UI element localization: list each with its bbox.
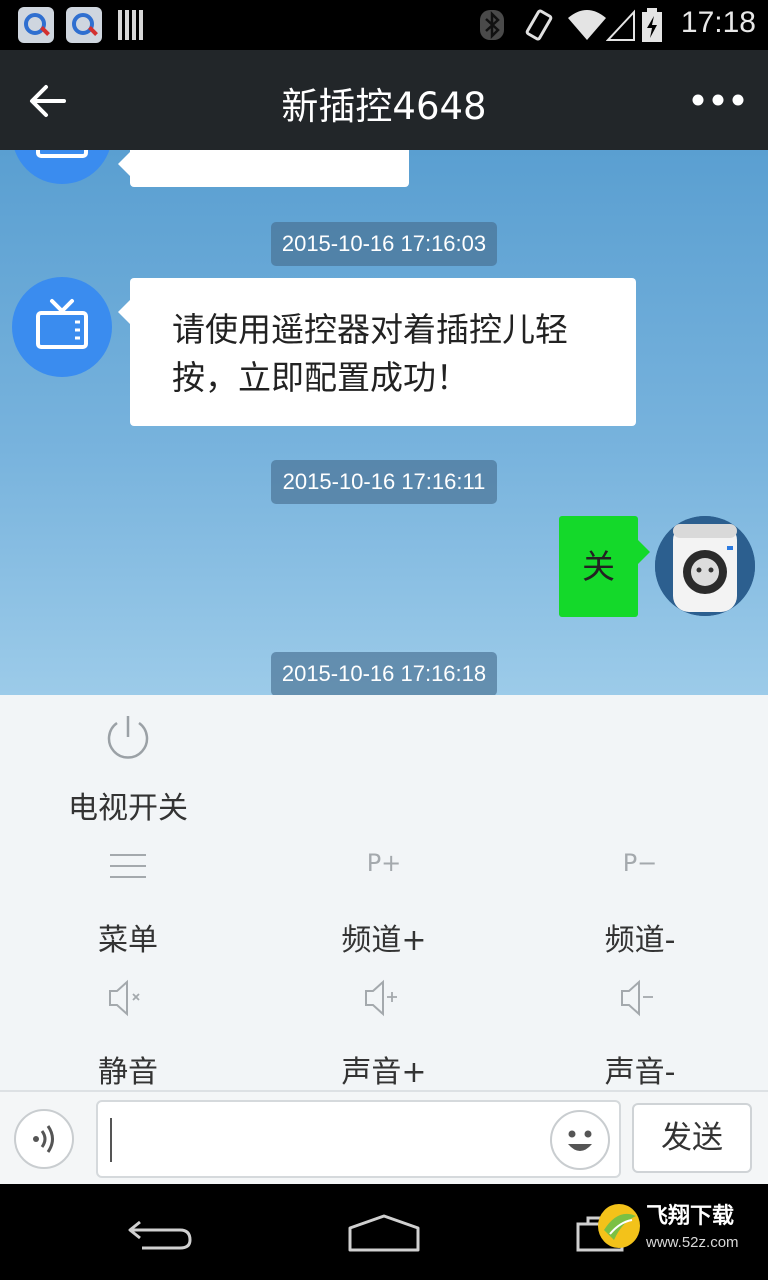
channel-minus-icon: P− [622,849,658,877]
button-label: 声音+ [341,1055,427,1090]
message-bubble[interactable]: 请使用遥控器对着插控儿轻按，立即配置成功！ [118,278,636,426]
button-label: 电视开关 [68,791,188,826]
system-nav-bar: 飞翔下载 www.52z.com [0,1184,768,1280]
menu-lines-icon [110,854,146,878]
more-dots-icon[interactable] [692,88,744,112]
channel-down-button[interactable]: P− 频道- [512,845,768,975]
wifi-icon [568,10,606,40]
signal-icon [606,9,635,41]
channel-up-button[interactable]: P+ 频道+ [256,845,512,975]
button-label: 频道- [604,923,676,958]
watermark-logo-icon [598,1204,640,1248]
text-caret [110,1118,112,1162]
volume-up-icon [365,979,397,1017]
volume-down-button[interactable]: 声音- [512,977,768,1107]
emoji-button[interactable] [550,1110,610,1170]
message-text: 关 [582,547,615,586]
smart-plug-icon [655,516,755,616]
message-text: 请使用遥控器对着插控儿轻按，立即配置成功！ [172,310,568,397]
watermark-url: www.52z.com [646,1234,739,1251]
message-bubble[interactable] [118,150,409,187]
battery-charging-icon [642,8,662,42]
volume-down-icon [621,979,653,1017]
back-nav-icon[interactable] [124,1214,196,1254]
tv-power-button[interactable]: 电视开关 [0,713,256,843]
chat-area[interactable]: 2015-10-16 17:16:03 请使用遥控器对着插控儿轻按，立即配置成功… [0,150,768,695]
status-bar: 17:18 [0,0,768,50]
button-label: 频道+ [341,923,427,958]
plug-avatar[interactable] [655,516,755,616]
barcode-icon [118,10,144,40]
input-bar: 发送 [0,1090,768,1184]
remote-control-panel: 电视开关 菜单 P+ 频道+ P− 频道- 静音 声音+ 声音- [0,695,768,1090]
tv-avatar[interactable] [12,150,112,184]
channel-plus-icon: P+ [366,849,402,877]
send-button[interactable]: 发送 [632,1103,752,1173]
app-notification-icon [66,7,102,43]
page-title: 新插控4648 [281,85,487,128]
button-label: 菜单 [98,923,158,958]
watermark-text: 飞翔下载 [646,1204,735,1229]
message-input[interactable] [96,1100,621,1178]
button-label: 声音- [604,1055,676,1090]
watermark: 飞翔下载 www.52z.com [596,1190,764,1274]
power-icon [107,716,149,759]
message-timestamp: 2015-10-16 17:16:18 [271,652,497,695]
home-nav-icon[interactable] [346,1212,422,1254]
tv-icon [36,299,88,349]
title-bar: 新插控4648 [0,50,768,150]
mute-icon [109,979,140,1017]
app-notification-icon [18,7,54,43]
bluetooth-icon [480,10,504,40]
menu-button[interactable]: 菜单 [0,845,256,975]
voice-icon [33,1125,54,1153]
message-timestamp: 2015-10-16 17:16:03 [271,222,497,266]
status-time: 17:18 [680,6,756,39]
tv-avatar[interactable] [12,277,112,377]
voice-input-button[interactable] [14,1109,74,1169]
tv-icon [36,150,88,158]
smiley-icon [568,1130,592,1151]
button-label: 静音 [98,1055,158,1090]
volume-up-button[interactable]: 声音+ [256,977,512,1107]
mute-button[interactable]: 静音 [0,977,256,1107]
message-timestamp: 2015-10-16 17:16:11 [271,460,497,504]
vibrate-icon [525,9,553,41]
sent-message-bubble[interactable]: 关 [559,516,650,617]
